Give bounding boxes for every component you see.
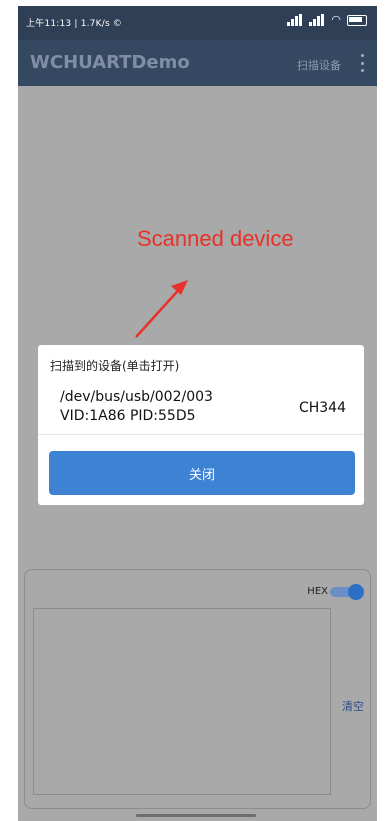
close-button[interactable]: 关闭 xyxy=(49,451,355,495)
overflow-menu-icon[interactable] xyxy=(355,52,369,74)
battery-icon xyxy=(347,14,367,26)
clear-button[interactable]: 清空 xyxy=(342,698,364,714)
device-list-item[interactable]: /dev/bus/usb/002/003 VID:1A86 PID:55D5 C… xyxy=(38,383,364,435)
wifi-icon: ◠ xyxy=(331,13,341,26)
app-title: WCHUARTDemo xyxy=(30,52,190,73)
signal-icon xyxy=(309,14,325,26)
annotation-label: Scanned device xyxy=(137,226,294,251)
device-chip: CH344 xyxy=(298,400,346,416)
output-text-area[interactable] xyxy=(33,608,331,795)
status-bar: 上午11:13 | 1.7K/s © ◠ xyxy=(18,6,377,40)
home-indicator xyxy=(136,814,256,817)
dialog-title: 扫描到的设备(单击打开) xyxy=(50,359,180,373)
status-time: 上午11:13 | 1.7K/s © xyxy=(26,19,123,29)
scanned-devices-dialog: 扫描到的设备(单击打开) /dev/bus/usb/002/003 VID:1A… xyxy=(38,345,364,505)
hex-label: HEX xyxy=(307,586,328,597)
serial-output-panel: HEX 清空 xyxy=(24,569,371,809)
phone-screen: 上午11:13 | 1.7K/s © ◠ WCHUARTDemo 扫描设备 HE… xyxy=(18,6,377,821)
hex-toggle[interactable] xyxy=(330,584,364,600)
device-path: /dev/bus/usb/002/003 xyxy=(60,389,213,405)
device-ids: VID:1A86 PID:55D5 xyxy=(60,408,196,424)
hex-toggle-thumb xyxy=(348,584,364,600)
status-icons: ◠ xyxy=(287,14,367,26)
app-bar: WCHUARTDemo 扫描设备 xyxy=(18,40,377,86)
scan-devices-button[interactable]: 扫描设备 xyxy=(297,57,341,73)
signal-icon xyxy=(287,14,303,26)
